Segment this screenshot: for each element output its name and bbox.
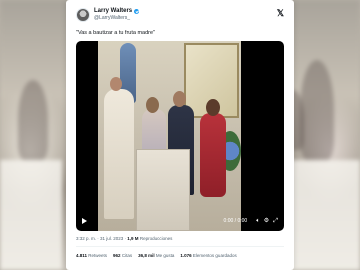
bookmarks-label: Elementos guardados	[192, 253, 237, 258]
tweet-time[interactable]: 3:32 p. m.	[76, 236, 96, 241]
bookmarks-count: 1.076	[180, 253, 192, 258]
likes-stat[interactable]: 36,8 mil Me gusta	[138, 253, 174, 258]
engagement-stats: 4.811 Retweets 962 Citas 36,8 mil Me gus…	[76, 253, 243, 258]
verified-badge-icon	[134, 9, 140, 14]
tweet-text: "Vas a bautizar a tu fruta madre"	[76, 30, 156, 36]
settings-gear-icon[interactable]: ⚙︎	[264, 218, 269, 224]
author-names: Larry Walters @LarryWalters_	[94, 8, 140, 22]
views-count: 1,9 M	[127, 236, 139, 241]
video-controls: 0:00 / 0:00 🔈︎ ⚙︎ ⤢	[76, 211, 284, 231]
background-figure	[18, 80, 48, 160]
tweet-header: Larry Walters @LarryWalters_	[76, 8, 140, 22]
quotes-label: Citas	[121, 253, 133, 258]
bookmarks-stat[interactable]: 1.076 Elementos guardados	[180, 253, 236, 258]
user-handle[interactable]: @LarryWalters_	[94, 15, 139, 22]
quotes-count: 962	[113, 253, 121, 258]
retweets-label: Retweets	[88, 253, 108, 258]
background-pew-left	[0, 160, 62, 270]
avatar[interactable]	[76, 8, 90, 22]
display-name-text[interactable]: Larry Walters	[94, 8, 132, 15]
woman-head	[146, 97, 159, 113]
tweet-date[interactable]: 31 jul. 2023	[100, 236, 123, 241]
woman-red-head	[206, 99, 220, 116]
tweet-card: Larry Walters @LarryWalters_ 𝕏 "Vas a ba…	[66, 0, 294, 270]
fullscreen-icon[interactable]: ⤢	[273, 218, 278, 224]
background-pew-right	[290, 160, 360, 270]
likes-label: Me gusta	[155, 253, 175, 258]
display-name[interactable]: Larry Walters	[94, 8, 140, 15]
play-icon[interactable]	[82, 218, 87, 224]
retweets-count: 4.811	[76, 253, 88, 258]
volume-icon[interactable]: 🔈︎	[256, 218, 260, 224]
man-head	[173, 91, 186, 107]
views-label: Reproducciones	[139, 236, 173, 241]
quotes-stat[interactable]: 962 Citas	[113, 253, 132, 258]
divider	[76, 246, 284, 247]
retweets-stat[interactable]: 4.811 Retweets	[76, 253, 107, 258]
priest-head	[110, 77, 122, 91]
priest	[104, 89, 134, 219]
likes-count: 36,8 mil	[138, 253, 155, 258]
video-time: 0:00 / 0:00	[223, 218, 248, 224]
background-figure	[300, 60, 334, 160]
video-player[interactable]: 0:00 / 0:00 🔈︎ ⚙︎ ⤢	[76, 41, 284, 231]
tweet-meta: 3:32 p. m. · 31 jul. 2023 · 1,9 M Reprod…	[76, 236, 173, 241]
woman-in-red-dress	[200, 113, 226, 197]
x-logo-icon[interactable]: 𝕏	[277, 9, 284, 18]
video-frame	[98, 41, 241, 231]
